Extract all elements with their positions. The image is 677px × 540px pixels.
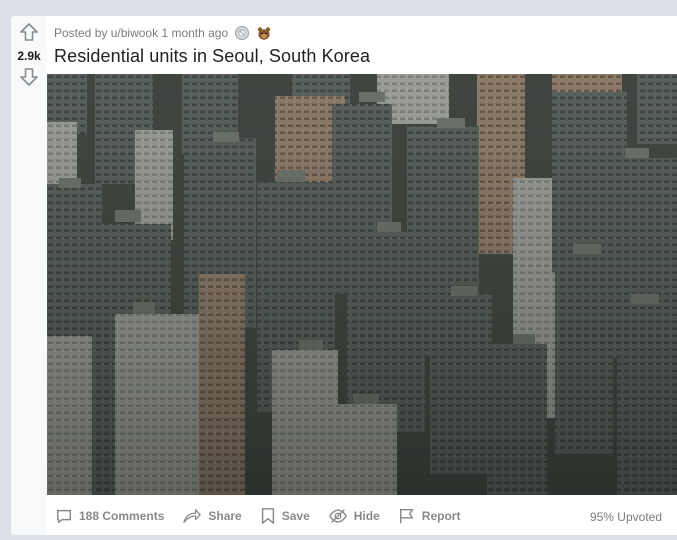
vote-column: 2.9k xyxy=(11,16,47,535)
post-time: 1 month ago xyxy=(161,26,229,40)
post-actions: 188 Comments Share Save Hide Report xyxy=(55,504,478,528)
post-title[interactable]: Residential units in Seoul, South Korea xyxy=(54,46,370,67)
posted-by-label: Posted by xyxy=(54,26,108,40)
wholesome-award-icon[interactable] xyxy=(256,25,272,41)
author-link[interactable]: u/biwook xyxy=(111,26,158,40)
vote-count: 2.9k xyxy=(17,49,41,63)
hide-label: Hide xyxy=(353,509,380,523)
post-meta: Posted by u/biwook 1 month ago xyxy=(54,25,272,41)
post-image[interactable] xyxy=(47,74,677,495)
report-label: Report xyxy=(421,509,461,523)
upvote-arrow-icon[interactable] xyxy=(19,22,39,42)
apartment-towers-illustration xyxy=(47,74,677,495)
comments-label: 188 Comments xyxy=(79,509,165,523)
share-button[interactable]: Share xyxy=(182,507,242,525)
save-button[interactable]: Save xyxy=(260,507,310,525)
report-flag-icon xyxy=(399,508,413,524)
silver-award-icon[interactable] xyxy=(234,25,250,41)
share-label: Share xyxy=(208,509,242,523)
share-icon xyxy=(183,509,202,523)
save-label: Save xyxy=(281,509,310,523)
hide-eye-icon xyxy=(328,509,347,523)
comment-icon xyxy=(56,509,72,524)
post-card[interactable]: 2.9k Posted by u/biwook 1 month ago Resi… xyxy=(11,16,677,535)
bookmark-icon xyxy=(261,508,274,524)
report-button[interactable]: Report xyxy=(398,507,461,525)
hide-button[interactable]: Hide xyxy=(328,507,380,525)
downvote-arrow-icon[interactable] xyxy=(19,67,39,87)
comments-button[interactable]: 188 Comments xyxy=(55,507,164,525)
upvote-ratio: 95% Upvoted xyxy=(589,510,662,524)
